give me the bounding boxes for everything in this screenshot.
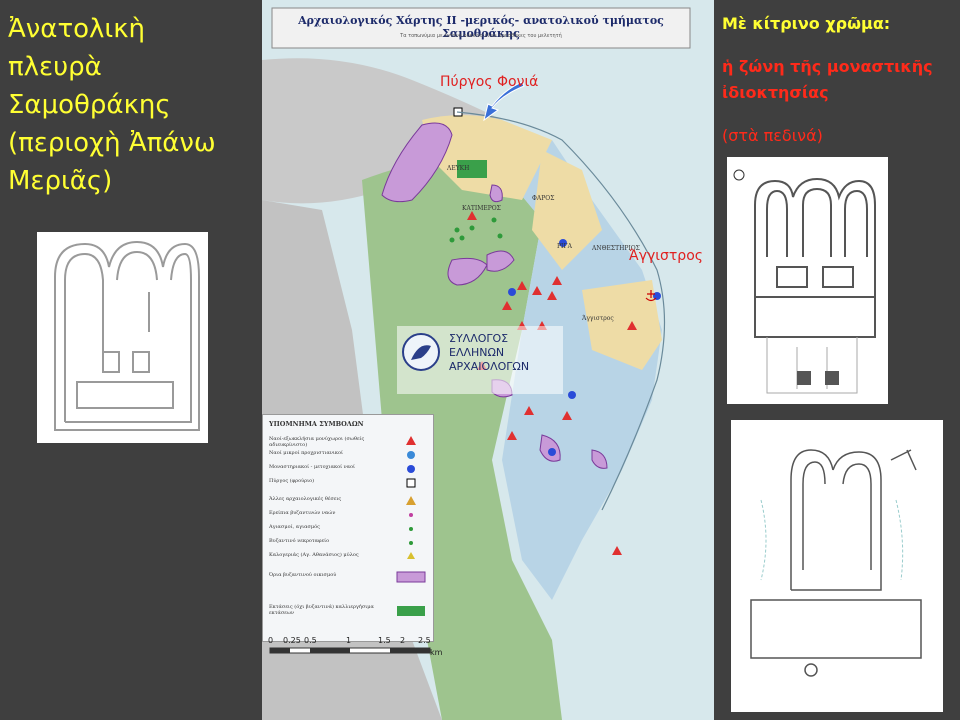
- scale-unit: km: [430, 648, 443, 657]
- watermark-line: ΑΡΧΑΙΟΛΟΓΩΝ: [449, 360, 530, 373]
- plan-pier: [825, 371, 839, 385]
- church-plan-drawing: [750, 449, 922, 677]
- watermark-line: ΕΛΛΗΝΩΝ: [449, 346, 505, 359]
- legend-item: Ερείπια βυζαντινών ναών: [269, 510, 336, 516]
- title-line: πλευρὰ: [8, 52, 102, 82]
- church-plan-right-top: [727, 157, 888, 404]
- scale-bar: 0 0.25 0.5 1 1.5 2 2.5 km: [268, 636, 443, 657]
- svg-text:ΡΙΓΑ: ΡΙΓΑ: [557, 243, 573, 250]
- well-symbol: [409, 527, 413, 531]
- watermark-line: ΣΥΛΛΟΓΟΣ: [449, 332, 509, 345]
- legend-title: ΥΠΟΜΝΗΜΑ ΣΥΜΒΟΛΩΝ: [269, 420, 364, 428]
- slide-title: Ἀνατολικὴ πλευρὰ Σαμοθράκης (περιοχὴ Ἀπά…: [8, 10, 258, 200]
- title-line: Ἀνατολικὴ: [8, 14, 145, 44]
- yellow-zone-heading: Μὲ κίτρινο χρῶμα:: [722, 14, 891, 33]
- scale-tick: 0: [268, 636, 274, 645]
- legend-item: Μοναστηριακοί - μετοχιακοί ναοί: [269, 464, 356, 470]
- scale-tick: 0.25: [283, 636, 301, 645]
- scale-tick: 1: [346, 636, 352, 645]
- legend-item: Ναοί-εξωκκλήσια μονύχωροι (σωθείς αδιευκ…: [269, 436, 365, 448]
- legend-item: Καλογεριάς (Αγ. Αθανάσιος) μύλος: [269, 552, 359, 558]
- callout-tower: Πύργος Φονιά: [440, 74, 539, 90]
- site-symbol: [406, 496, 416, 505]
- cemetery-symbol: [409, 541, 413, 545]
- legend-item: Άλλες αρχαιολογικές θέσεις: [269, 496, 342, 502]
- callout-cape: Άγγιστρος: [629, 248, 703, 264]
- church-plan-left: [37, 232, 208, 443]
- title-line: (περιοχὴ Ἀπάνω: [8, 128, 216, 158]
- svg-text:ΚΑΤΙΜΕΡΟΣ: ΚΑΤΙΜΕΡΟΣ: [462, 205, 501, 212]
- mill-symbol: [407, 552, 415, 559]
- map-legend: ΥΠΟΜΝΗΜΑ ΣΥΜΒΟΛΩΝ Ναοί-εξωκκλήσια μονύχω…: [262, 414, 434, 642]
- legend-item: Εκτάσεις (όχι βυζαντινά) καλλιεργήσιμα ε…: [269, 604, 374, 616]
- map-subtitle: Τα τοπωνύμια με έντονα κόκκινα είναι προ…: [400, 33, 562, 39]
- title-line: Μεριᾶς): [8, 166, 113, 196]
- title-line: Σαμοθράκης: [8, 90, 171, 120]
- settlement-symbol: [396, 571, 426, 583]
- legend-item: Βυζαντινό νεκροταφείο: [269, 538, 330, 544]
- scale-tick: 2.5: [418, 636, 431, 645]
- north-arrow-icon: [733, 169, 745, 181]
- scale-tick: 0.5: [304, 636, 317, 645]
- scale-tick: 2: [400, 636, 406, 645]
- cultivated-symbol: [397, 606, 425, 616]
- legend-item: Ναοί μικροί προχριστιανικοί: [269, 450, 343, 456]
- archaeological-map: ΛΕΥΚΗ ΚΑΤΙΜΕΡΟΣ ΦΑΡΟΣ ΑΝΘΕΣΤΗΡΙΟΣ Άγγιστρο…: [262, 0, 714, 720]
- scale-bar-graphic: [269, 647, 431, 654]
- church-plan-drawing: [54, 240, 200, 431]
- legend-item: Πύργος (φρούριο): [269, 478, 315, 484]
- church-symbol: [406, 436, 416, 445]
- svg-text:Άγγιστρος: Άγγιστρος: [581, 315, 614, 322]
- legend-item: Όρια βυζαντινού οικισμού: [269, 572, 337, 578]
- monastery-symbol: [407, 465, 415, 473]
- church-plan-right-bottom: [731, 420, 943, 712]
- plan-pier: [797, 371, 811, 385]
- church-plan-drawing: [733, 169, 876, 394]
- small-church-symbol: [407, 451, 415, 459]
- tower-symbol: [406, 478, 416, 488]
- svg-text:ΛΕΥΚΗ: ΛΕΥΚΗ: [446, 165, 469, 172]
- legend-symbols: [396, 436, 426, 616]
- association-seal-icon: [402, 333, 440, 371]
- association-watermark: ΣΥΛΛΟΓΟΣ ΕΛΛΗΝΩΝ ΑΡΧΑΙΟΛΟΓΩΝ: [397, 326, 563, 394]
- yellow-zone-description: ἡ ζώνη τῆς μοναστικῆς ἰδιοκτησίας: [722, 57, 933, 102]
- yellow-zone-note: (στὰ πεδινά): [722, 126, 823, 145]
- scale-tick: 1.5: [378, 636, 391, 645]
- legend-item: Αγιασμοί, αγιασμός: [269, 524, 320, 530]
- ruin-symbol: [409, 513, 413, 517]
- svg-text:ΦΑΡΟΣ: ΦΑΡΟΣ: [532, 195, 554, 202]
